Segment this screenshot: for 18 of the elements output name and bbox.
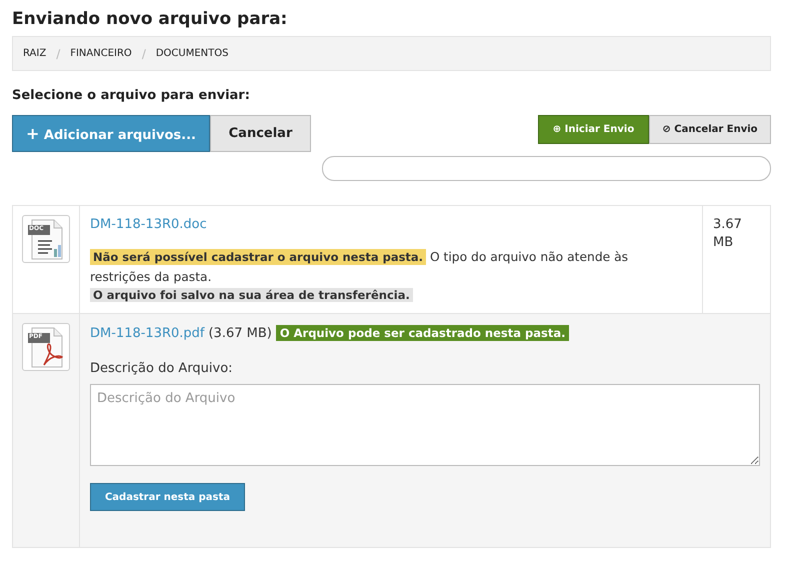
start-upload-button[interactable]: ⊕ Iniciar Envio <box>538 115 649 144</box>
breadcrumb-separator: / <box>56 46 60 60</box>
cancel-button[interactable]: Cancelar <box>210 115 311 152</box>
cancel-upload-button[interactable]: ⊘ Cancelar Envio <box>649 115 771 144</box>
page-title: Enviando novo arquivo para: <box>12 8 288 31</box>
breadcrumb-link[interactable]: DOCUMENTOS <box>156 48 228 59</box>
breadcrumb-separator: / <box>142 46 146 60</box>
breadcrumb-link[interactable]: FINANCEIRO <box>70 48 132 59</box>
success-label: O Arquivo pode ser cadastrado nesta pasta. <box>276 325 570 341</box>
file-name-link[interactable]: DM-118-13R0.doc <box>90 217 207 232</box>
section-label: Selecione o arquivo para enviar: <box>12 88 251 103</box>
saved-note: O arquivo foi salvo na sua área de transferência. <box>90 288 413 302</box>
description-label: Descrição do Arquivo: <box>90 361 234 376</box>
file-size: 3.67 MB <box>712 216 743 252</box>
error-message: Não será possível cadastrar o arquivo nesta pasta. O tipo do arquivo não atende às restrições da pasta. <box>90 248 630 286</box>
file-size: (3.67 MB) <box>208 326 272 340</box>
description-field[interactable]: Descrição do Arquivo <box>90 384 760 466</box>
breadcrumb-link[interactable]: RAIZ <box>23 48 46 59</box>
